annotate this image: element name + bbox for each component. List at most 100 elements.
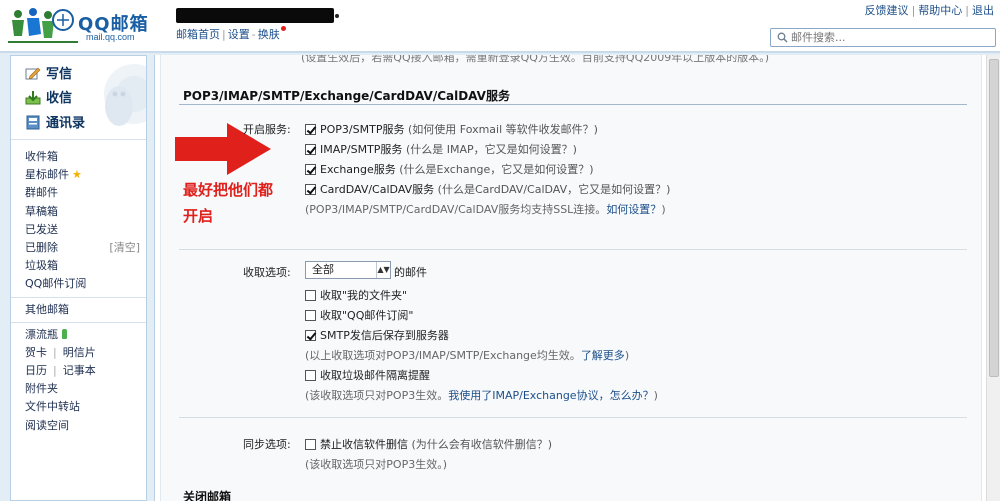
close-mailbox-title: 关闭邮箱 — [183, 490, 232, 501]
option-imap-smtp[interactable]: IMAP/SMTP服务 (什么是 IMAP，它又是如何设置？) — [305, 141, 577, 157]
nav-divider — [11, 296, 146, 298]
app-notepad[interactable]: 记事本 — [63, 364, 96, 377]
user-dot — [335, 14, 339, 18]
receive-suffix: 的邮件 — [394, 266, 427, 279]
annotation-text-2: 开启 — [183, 207, 214, 225]
link-settings[interactable]: 设置 — [228, 28, 250, 41]
search-icon — [777, 32, 788, 43]
why-delete-help-link[interactable]: (为什么会有收信软件删信？) — [412, 438, 553, 451]
option-spam-alert[interactable]: 收取垃圾邮件隔离提醒 — [305, 367, 430, 383]
folder-deleted[interactable]: 已删除 [清空] — [11, 239, 146, 257]
redacted-email — [176, 8, 334, 23]
app-drift-bottle[interactable]: 漂流瓶 — [11, 326, 146, 344]
compose-pencil-icon — [25, 67, 41, 80]
option-my-folders[interactable]: 收取"我的文件夹" — [305, 287, 407, 303]
logo-subtext: mail.qq.com — [86, 32, 135, 42]
nav-divider — [11, 321, 146, 323]
folder-inbox[interactable]: 收件箱 — [11, 148, 146, 166]
carddav-help-link[interactable]: (什么是CardDAV/CalDAV，它又是如何设置？) — [438, 183, 671, 196]
app-cards: 贺卡 | 明信片 — [25, 345, 96, 359]
top-right-links: 反馈建议 | 帮助中心 | 退出 — [864, 4, 994, 17]
option-qq-subscriptions[interactable]: 收取"QQ邮件订阅" — [305, 307, 413, 323]
page-scrollbar[interactable] — [986, 55, 1000, 501]
contacts-button[interactable]: 通讯录 — [25, 112, 85, 131]
link-mail-home[interactable]: 邮箱首页 — [176, 28, 220, 41]
folder-starred[interactable]: 星标邮件 ★ — [11, 166, 146, 184]
option-no-delete[interactable]: 禁止收信软件删信 (为什么会有收信软件删信？) — [305, 436, 552, 452]
folder-drafts[interactable]: 草稿箱 — [11, 203, 146, 221]
sync-label: 同步选项: — [243, 438, 291, 451]
checkbox-save-sent[interactable] — [305, 330, 316, 341]
option-carddav-caldav[interactable]: CardDAV/CalDAV服务 (什么是CardDAV/CalDAV，它又是如… — [305, 181, 670, 197]
scrollbar-thumb[interactable] — [989, 59, 999, 377]
new-badge-dot — [280, 26, 286, 31]
checkbox-qq-subscriptions[interactable] — [305, 310, 316, 321]
search-input[interactable] — [791, 30, 989, 45]
section-divider — [179, 249, 967, 250]
star-icon: ★ — [72, 168, 82, 182]
settings-content: (设置生效后，若需QQ接入邮箱，需重新登录QQ方生效。目前支持QQ2009年以上… — [160, 55, 982, 501]
penguin-watermark-icon — [104, 64, 146, 126]
annotation-text-1: 最好把他们都 — [183, 181, 274, 199]
learn-more-link[interactable]: 了解更多 — [581, 349, 625, 362]
checkbox-no-delete[interactable] — [305, 439, 316, 450]
folder-spam[interactable]: 垃圾箱 — [11, 257, 146, 275]
header-links: 邮箱首页 | 设置 - 换肤 — [176, 26, 286, 42]
checkbox-exchange[interactable] — [305, 164, 316, 175]
checkbox-carddav-caldav[interactable] — [305, 184, 316, 195]
spam-note: (该收取选项只对POP3生效。我使用了IMAP/Exchange协议，怎么办？) — [305, 389, 658, 402]
link-skin[interactable]: 换肤 — [258, 28, 280, 41]
option-save-sent[interactable]: SMTP发信后保存到服务器 — [305, 327, 449, 343]
checkbox-pop3-smtp[interactable] — [305, 124, 316, 135]
empty-trash-link[interactable]: [清空] — [109, 239, 140, 257]
header-divider — [0, 51, 1000, 53]
ssl-setup-link[interactable]: 如何设置？ — [606, 203, 661, 216]
checkbox-my-folders[interactable] — [305, 290, 316, 301]
folder-nav: 收件箱 星标邮件 ★ 群邮件 草稿箱 已发送 已删除 [清空] 垃圾箱 QQ邮件订阅… — [11, 148, 146, 435]
imap-help-link[interactable]: (什么是 IMAP，它又是如何设置？) — [406, 143, 577, 156]
app-calendar-notes: 日历 | 记事本 — [25, 364, 96, 378]
folder-sent[interactable]: 已发送 — [11, 221, 146, 239]
app-attachments[interactable]: 附件夹 — [11, 380, 146, 398]
app-calendar[interactable]: 日历 — [25, 364, 47, 377]
checkbox-spam-alert[interactable] — [305, 370, 316, 381]
bottle-icon — [62, 328, 67, 339]
folder-subscriptions[interactable]: QQ邮件订阅 — [11, 275, 146, 293]
ssl-note: (POP3/IMAP/SMTP/CardDAV/CalDAV服务均支持SSL连接… — [305, 203, 666, 216]
other-mailboxes[interactable]: 其他邮箱 — [11, 301, 146, 319]
logo-figures-icon — [8, 8, 78, 43]
app-file-transfer[interactable]: 文件中转站 — [11, 398, 146, 416]
inbox-download-icon — [25, 91, 41, 105]
section-rule — [179, 104, 967, 105]
compose-button[interactable]: 写信 — [25, 63, 72, 82]
mail-search-box[interactable] — [770, 28, 996, 47]
checkbox-imap-smtp[interactable] — [305, 144, 316, 155]
qq-mail-logo[interactable]: QQ邮箱 mail.qq.com — [8, 6, 166, 46]
link-feedback[interactable]: 反馈建议 — [865, 4, 909, 17]
section-title: POP3/IMAP/SMTP/Exchange/CardDAV/CalDAV服务 — [183, 89, 510, 103]
receive-button[interactable]: 收信 — [25, 87, 72, 106]
exchange-help-link[interactable]: (什么是Exchange，它又是如何设置？) — [399, 163, 593, 176]
header: QQ邮箱 mail.qq.com 邮箱首页 | 设置 - 换肤 反馈建议 | 帮助中心 | 退出 — [0, 0, 1000, 53]
pop3-help-link[interactable]: (如何使用 Foxmail 等软件收发邮件？) — [408, 123, 598, 136]
address-book-icon — [26, 115, 40, 130]
sync-note: (该收取选项只对POP3生效。) — [305, 458, 448, 471]
section-divider — [179, 417, 967, 418]
settings-panel: (设置生效后，若需QQ接入邮箱，需重新登录QQ方生效。目前支持QQ2009年以上… — [154, 55, 986, 501]
sidebar: 写信 收信 通讯录 收件箱 星标邮件 ★ 群邮件 草稿箱 已发送 已删除 [清空] … — [10, 55, 147, 501]
link-logout[interactable]: 退出 — [972, 4, 994, 17]
imap-exchange-help-link[interactable]: 我使用了IMAP/Exchange协议，怎么办？ — [448, 389, 653, 402]
quick-actions: 写信 收信 通讯录 — [11, 56, 146, 140]
app-reading-space[interactable]: 阅读空间 — [11, 417, 146, 435]
app-postcard[interactable]: 明信片 — [63, 346, 96, 359]
app-greeting-card[interactable]: 贺卡 — [25, 346, 47, 359]
receive-label: 收取选项: — [243, 266, 291, 279]
link-help[interactable]: 帮助中心 — [918, 4, 962, 17]
folder-group[interactable]: 群邮件 — [11, 184, 146, 202]
clipped-top-note: (设置生效后，若需QQ接入邮箱，需重新登录QQ方生效。目前支持QQ2009年以上… — [301, 55, 770, 64]
services-label: 开启服务: — [243, 123, 291, 136]
chevron-down-icon: ▲▼ — [376, 262, 390, 278]
receive-scope-select[interactable]: 全部 ▲▼ — [305, 261, 391, 279]
option-pop3-smtp[interactable]: POP3/SMTP服务 (如何使用 Foxmail 等软件收发邮件？) — [305, 121, 598, 137]
option-exchange[interactable]: Exchange服务 (什么是Exchange，它又是如何设置？) — [305, 161, 594, 177]
